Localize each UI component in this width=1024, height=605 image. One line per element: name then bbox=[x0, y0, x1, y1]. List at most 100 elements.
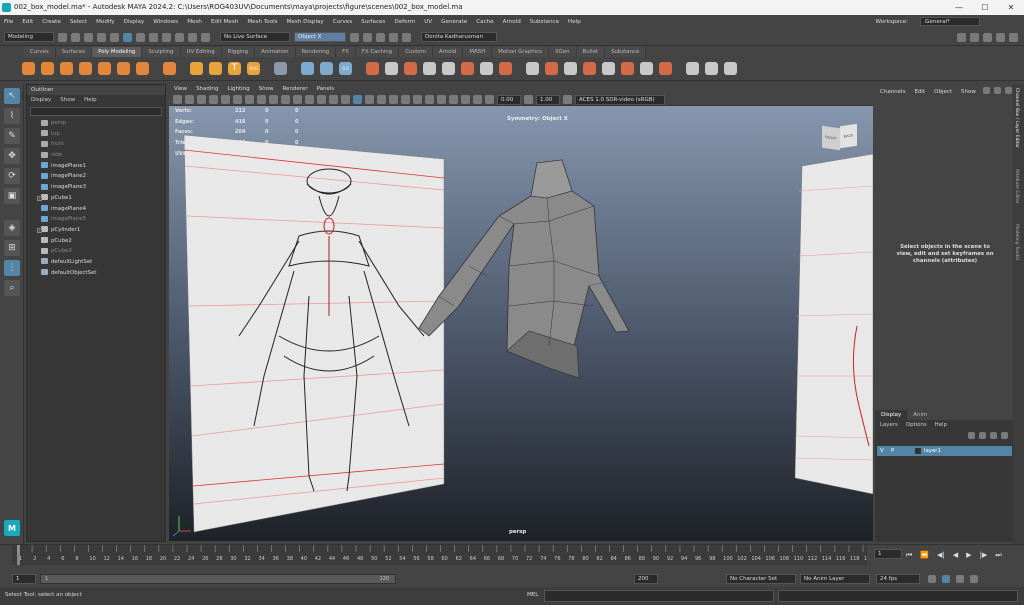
perspective-viewport[interactable]: Verts: 212 0 0 Edges: 416 0 0 Faces: 204 0 0 Tris: 40… bbox=[169, 106, 873, 541]
xray-icon[interactable] bbox=[449, 95, 458, 104]
layer-visibility-toggle[interactable]: V bbox=[880, 446, 884, 456]
smooth-shade-icon[interactable] bbox=[317, 95, 326, 104]
menu-cache[interactable]: Cache bbox=[476, 19, 493, 25]
separate-icon[interactable] bbox=[320, 62, 333, 75]
layout-icon[interactable] bbox=[1009, 32, 1018, 42]
play-forwards-icon[interactable]: ▶ bbox=[966, 551, 971, 560]
field-chart-icon[interactable] bbox=[269, 95, 278, 104]
menu-mesh-tools[interactable]: Mesh Tools bbox=[247, 19, 277, 25]
select-tool-icon[interactable]: ↖ bbox=[4, 88, 20, 104]
layer-menu-options[interactable]: Options bbox=[906, 420, 927, 431]
menu-windows[interactable]: Windows bbox=[153, 19, 178, 25]
channel-menu-show[interactable]: Show bbox=[961, 84, 976, 100]
bevel-icon[interactable] bbox=[499, 62, 512, 75]
outliner-item[interactable]: imagePlane4 bbox=[27, 204, 165, 215]
menu-mesh[interactable]: Mesh bbox=[187, 19, 202, 25]
menu-display[interactable]: Display bbox=[124, 19, 145, 25]
grid-toggle-icon[interactable] bbox=[221, 95, 230, 104]
menu-mesh-display[interactable]: Mesh Display bbox=[287, 19, 324, 25]
outliner-item[interactable]: defaultObjectSet bbox=[27, 268, 165, 279]
resolution-gate-icon[interactable] bbox=[245, 95, 254, 104]
layer-tab-display[interactable]: Display bbox=[875, 410, 908, 420]
gamma-icon[interactable] bbox=[524, 95, 533, 104]
side-tab-modeling-toolkit[interactable]: Modeling Toolkit bbox=[1014, 224, 1019, 260]
shelf-tab-rendering[interactable]: Rendering bbox=[295, 47, 337, 57]
outliner-item[interactable]: top bbox=[27, 129, 165, 140]
shelf-tab-bullet[interactable]: Bullet bbox=[576, 47, 606, 57]
poly-disc-icon[interactable] bbox=[136, 62, 149, 75]
outliner-item[interactable]: + pCube1 bbox=[27, 193, 165, 204]
image-plane-front[interactable] bbox=[183, 134, 445, 533]
shelf-tab-motion-graphics[interactable]: Motion Graphics bbox=[492, 47, 549, 57]
layer-row[interactable]: V P layer1 bbox=[877, 446, 1012, 456]
outliner-item[interactable]: side bbox=[27, 150, 165, 161]
current-frame-field[interactable]: 1 bbox=[874, 549, 902, 559]
outliner-search-input[interactable] bbox=[30, 107, 162, 116]
outliner-item[interactable]: imagePlane2 bbox=[27, 171, 165, 182]
box-model-mesh[interactable] bbox=[418, 159, 630, 379]
lasso-tool-icon[interactable]: ⌇ bbox=[4, 108, 20, 124]
auto-key-icon[interactable] bbox=[942, 575, 950, 583]
viewport-menu-panels[interactable]: Panels bbox=[317, 86, 335, 92]
menu-substance[interactable]: Substance bbox=[530, 19, 559, 25]
outliner-item[interactable]: pCube3 bbox=[27, 246, 165, 257]
paint-select-icon[interactable]: ✎ bbox=[4, 128, 20, 144]
smooth-icon[interactable]: 0.0 bbox=[339, 62, 352, 75]
viewport-menu-show[interactable]: Show bbox=[259, 86, 274, 92]
command-language-button[interactable]: MEL bbox=[527, 592, 538, 598]
menu-set-dropdown[interactable]: Modeling bbox=[4, 32, 54, 42]
bookmark-icon[interactable] bbox=[197, 95, 206, 104]
film-gate-icon[interactable] bbox=[233, 95, 242, 104]
ipr-render-icon[interactable] bbox=[363, 32, 372, 42]
move-layer-up-icon[interactable] bbox=[968, 432, 975, 439]
layer-playback-toggle[interactable]: P bbox=[891, 446, 894, 456]
magnet-icon[interactable] bbox=[201, 32, 210, 42]
outliner-menu-help[interactable]: Help bbox=[84, 95, 97, 105]
offset-loop-icon[interactable] bbox=[564, 62, 577, 75]
scale-tool-icon[interactable]: ▣ bbox=[4, 188, 20, 204]
menu-help[interactable]: Help bbox=[568, 19, 581, 25]
exposure-icon[interactable] bbox=[485, 95, 494, 104]
side-tab-channel-box[interactable]: Channel Box / Layer Editor bbox=[1014, 88, 1019, 148]
outliner-item[interactable]: front bbox=[27, 139, 165, 150]
wedge-icon[interactable] bbox=[621, 62, 634, 75]
move-layer-down-icon[interactable] bbox=[979, 432, 986, 439]
extrude-icon[interactable] bbox=[404, 62, 417, 75]
shelf-tab-mash[interactable]: MASH bbox=[463, 47, 493, 57]
poly-plane-icon[interactable] bbox=[117, 62, 130, 75]
render-icon[interactable] bbox=[350, 32, 359, 42]
layer-menu-layers[interactable]: Layers bbox=[880, 420, 898, 431]
edge-loop-icon[interactable] bbox=[545, 62, 558, 75]
append-icon[interactable] bbox=[442, 62, 455, 75]
sculpt-brush-icon[interactable] bbox=[686, 62, 699, 75]
outliner-item[interactable]: pCube2 bbox=[27, 236, 165, 247]
close-button[interactable]: ✕ bbox=[998, 0, 1024, 15]
relax-icon[interactable] bbox=[724, 62, 737, 75]
image-plane-side[interactable] bbox=[794, 153, 873, 495]
render-setup-icon[interactable] bbox=[402, 32, 411, 42]
shelf-tab-fx[interactable]: FX bbox=[336, 47, 356, 57]
merge-icon[interactable] bbox=[526, 62, 539, 75]
character-set-dropdown[interactable]: No Character Set bbox=[726, 574, 796, 584]
render-settings-icon[interactable] bbox=[376, 32, 385, 42]
current-frame-marker[interactable] bbox=[17, 545, 20, 565]
view-cube-front[interactable]: FRONT bbox=[822, 125, 840, 151]
depth-of-field-icon[interactable] bbox=[425, 95, 434, 104]
save-scene-icon[interactable] bbox=[84, 32, 93, 42]
shelf-tab-curves[interactable]: Curves bbox=[24, 47, 56, 57]
shelf-tab-poly-modeling[interactable]: Poly Modeling bbox=[92, 47, 143, 57]
minimize-button[interactable]: — bbox=[946, 0, 972, 15]
exposure-field[interactable]: 0.00 bbox=[497, 94, 521, 105]
channel-box-option-icon-1[interactable] bbox=[983, 87, 990, 94]
outliner-menu-display[interactable]: Display bbox=[31, 95, 51, 105]
safe-title-icon[interactable] bbox=[293, 95, 302, 104]
shelf-tab-rigging[interactable]: Rigging bbox=[221, 47, 256, 57]
gate-mask-icon[interactable] bbox=[257, 95, 266, 104]
play-backwards-icon[interactable]: ◀ bbox=[953, 551, 958, 560]
poly-cube-icon[interactable] bbox=[41, 62, 54, 75]
animation-prefs-icon[interactable] bbox=[970, 575, 978, 583]
snap-grid-icon[interactable] bbox=[149, 32, 158, 42]
motion-blur-icon[interactable] bbox=[401, 95, 410, 104]
maximize-button[interactable]: ☐ bbox=[972, 0, 998, 15]
channel-box-icon[interactable] bbox=[996, 32, 1005, 42]
